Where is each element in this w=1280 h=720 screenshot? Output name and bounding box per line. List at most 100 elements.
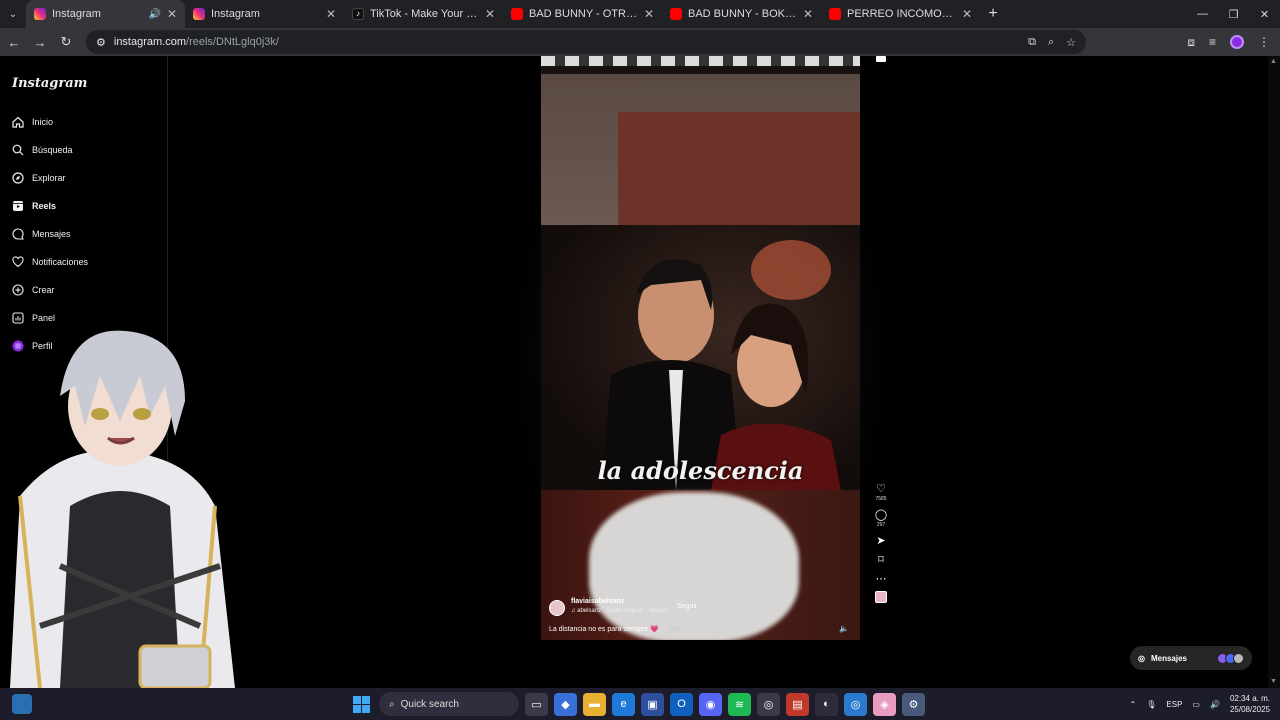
zoom-icon[interactable]: ⌕ <box>1048 36 1054 49</box>
sidebar-item-mensajes[interactable]: Mensajes <box>12 224 71 244</box>
follow-button[interactable]: Seguir <box>677 603 697 610</box>
author-username[interactable]: flaviaisabelsanz <box>571 598 624 605</box>
close-tab-icon[interactable]: ✕ <box>167 7 177 21</box>
file-explorer-icon[interactable]: ▬ <box>583 692 606 716</box>
settings-icon[interactable]: ⚙ <box>902 692 925 716</box>
scroll-down-icon[interactable]: ▼ <box>1270 678 1277 685</box>
restore-icon[interactable]: ❐ <box>1218 0 1249 28</box>
window-controls: — ❐ ✕ <box>1187 0 1280 28</box>
edge-icon[interactable]: e <box>612 692 635 716</box>
discord-icon[interactable]: ◉ <box>699 692 722 716</box>
copilot-icon[interactable]: ◆ <box>554 692 577 716</box>
comment-button[interactable]: ◯ 297 <box>870 508 892 528</box>
close-tab-icon[interactable]: ✕ <box>962 7 972 21</box>
app-icon[interactable]: ▤ <box>786 692 809 716</box>
heart-icon: ♡ <box>876 483 886 495</box>
sidebar-item-busqueda[interactable]: Búsqueda <box>12 140 73 160</box>
tab-3[interactable]: ♪ TikTok - Make Your Day ✕ <box>344 0 503 28</box>
sidebar-item-label: Panel <box>32 313 56 323</box>
spotify-icon[interactable]: ≋ <box>728 692 751 716</box>
plus-icon <box>12 284 24 296</box>
reload-button[interactable]: ↻ <box>54 30 78 54</box>
obs-icon[interactable]: ◐ <box>815 692 838 716</box>
vtuber-avatar-overlay <box>10 330 235 688</box>
sidebar-item-inicio[interactable]: Inicio <box>12 112 53 132</box>
outlook-icon[interactable]: O <box>670 692 693 716</box>
tab-search-menu[interactable]: ⌄ <box>0 0 26 28</box>
previous-reel-strip <box>541 56 860 66</box>
sidebar-item-label: Mensajes <box>32 229 71 239</box>
tab-5[interactable]: BAD BUNNY - BOKeTE (Video C ✕ <box>662 0 821 28</box>
taskbar-search[interactable]: ⌕ Quick search <box>379 692 519 716</box>
reel-video[interactable]: la adolescencia flaviaisabelsanz ♫ abels… <box>541 56 860 640</box>
sidebar-item-explorar[interactable]: Explorar <box>12 168 66 188</box>
media-controls-icon[interactable]: ≡ <box>1209 35 1216 49</box>
tab-title: BAD BUNNY - OTRA NOCHE EN <box>529 8 638 20</box>
forward-button[interactable]: → <box>28 30 52 54</box>
tab-6[interactable]: PERREO INCÓMODO (Al Volant ✕ <box>821 0 980 28</box>
search-icon <box>12 144 24 156</box>
extensions-icon[interactable]: ⧈ <box>1187 35 1195 50</box>
task-view-icon[interactable]: ▭ <box>525 692 548 716</box>
home-icon <box>12 116 24 128</box>
start-button[interactable] <box>350 693 373 716</box>
toolbar-right: ⧈ ≡ ⋮ <box>1187 35 1280 50</box>
tab-1[interactable]: Instagram 🔊 ✕ <box>26 0 185 28</box>
close-tab-icon[interactable]: ✕ <box>644 7 654 21</box>
page-scrollbar[interactable]: ▲ ▼ <box>1268 56 1280 688</box>
url-host: instagram.com <box>113 36 187 48</box>
address-bar[interactable]: ⚙ instagram.com /reels/DNtLglq0j3k/ ⧉ ⌕ … <box>86 30 1086 54</box>
more-options-button[interactable]: ⋯ <box>870 572 892 585</box>
back-button[interactable]: ← <box>2 30 26 54</box>
new-tab-button[interactable]: + <box>980 5 1006 23</box>
chrome-profile-icon[interactable]: ◎ <box>844 692 867 716</box>
messages-pill[interactable]: ◎ Mensajes <box>1130 646 1252 670</box>
site-info-icon[interactable]: ⚙ <box>96 36 106 49</box>
more-link[interactable]: ... más <box>661 626 682 633</box>
close-tab-icon[interactable]: ✕ <box>803 7 813 21</box>
sidebar-item-panel[interactable]: Panel <box>12 308 55 328</box>
pink-app-icon[interactable]: ◈ <box>873 692 896 716</box>
scroll-up-icon[interactable]: ▲ <box>1270 58 1277 65</box>
instagram-icon <box>193 8 205 20</box>
clock[interactable]: 02:34 a. m. 25/08/2025 <box>1230 693 1270 715</box>
sidebar-item-reels[interactable]: Reels <box>12 196 56 216</box>
tab-4[interactable]: BAD BUNNY - OTRA NOCHE EN ✕ <box>503 0 662 28</box>
volume-tray-icon[interactable]: 🔊 <box>1210 700 1220 709</box>
blurred-figure <box>589 492 799 640</box>
video-caption-overlay: la adolescencia <box>597 456 804 485</box>
tab-title: PERREO INCÓMODO (Al Volant <box>847 8 956 20</box>
network-icon[interactable]: ▭ <box>1192 700 1200 709</box>
close-tab-icon[interactable]: ✕ <box>326 7 336 21</box>
author-avatar[interactable] <box>549 600 565 616</box>
like-button[interactable]: ♡ 7585 <box>870 482 892 502</box>
speaker-icon[interactable]: 🔊 <box>148 9 160 20</box>
messages-label: Mensajes <box>1150 653 1188 663</box>
close-tab-icon[interactable]: ✕ <box>485 7 495 21</box>
sidebar-item-notificaciones[interactable]: Notificaciones <box>12 252 88 272</box>
language-indicator[interactable]: ESP <box>1166 700 1182 709</box>
instagram-logo[interactable]: Instagram <box>12 76 87 91</box>
microphone-icon[interactable]: 🎙 <box>1146 700 1156 709</box>
sidebar-item-crear[interactable]: Crear <box>12 280 55 300</box>
chrome-icon[interactable]: ◎ <box>757 692 780 716</box>
widgets-icon[interactable] <box>12 694 32 714</box>
cast-icon[interactable]: ⧉ <box>1028 36 1036 49</box>
store-icon[interactable]: ▣ <box>641 692 664 716</box>
audio-label[interactable]: ♫ abelsanz · Audio original flaviais <box>571 608 668 614</box>
share-button[interactable]: ➤ <box>870 534 892 547</box>
close-window-icon[interactable]: ✕ <box>1249 0 1280 28</box>
audio-thumbnail[interactable] <box>870 591 892 603</box>
previous-reel-thumb[interactable] <box>876 56 886 62</box>
minimize-icon[interactable]: — <box>1187 0 1218 28</box>
omnibox-actions: ⧉ ⌕ ☆ <box>1028 36 1076 49</box>
tray-chevron-icon[interactable]: ⌃ <box>1130 700 1137 709</box>
bookmark-star-icon[interactable]: ☆ <box>1066 36 1076 49</box>
menu-kebab-icon[interactable]: ⋮ <box>1258 35 1270 49</box>
tab-2[interactable]: Instagram ✕ <box>185 0 344 28</box>
save-button[interactable]: ⌑ <box>870 553 892 566</box>
profile-avatar-icon[interactable] <box>1230 35 1244 49</box>
reel-actions: ♡ 7585 ◯ 297 ➤ ⌑ ⋯ <box>870 482 892 609</box>
volume-icon[interactable]: 🔈 <box>839 624 849 633</box>
avatar <box>1233 652 1244 664</box>
